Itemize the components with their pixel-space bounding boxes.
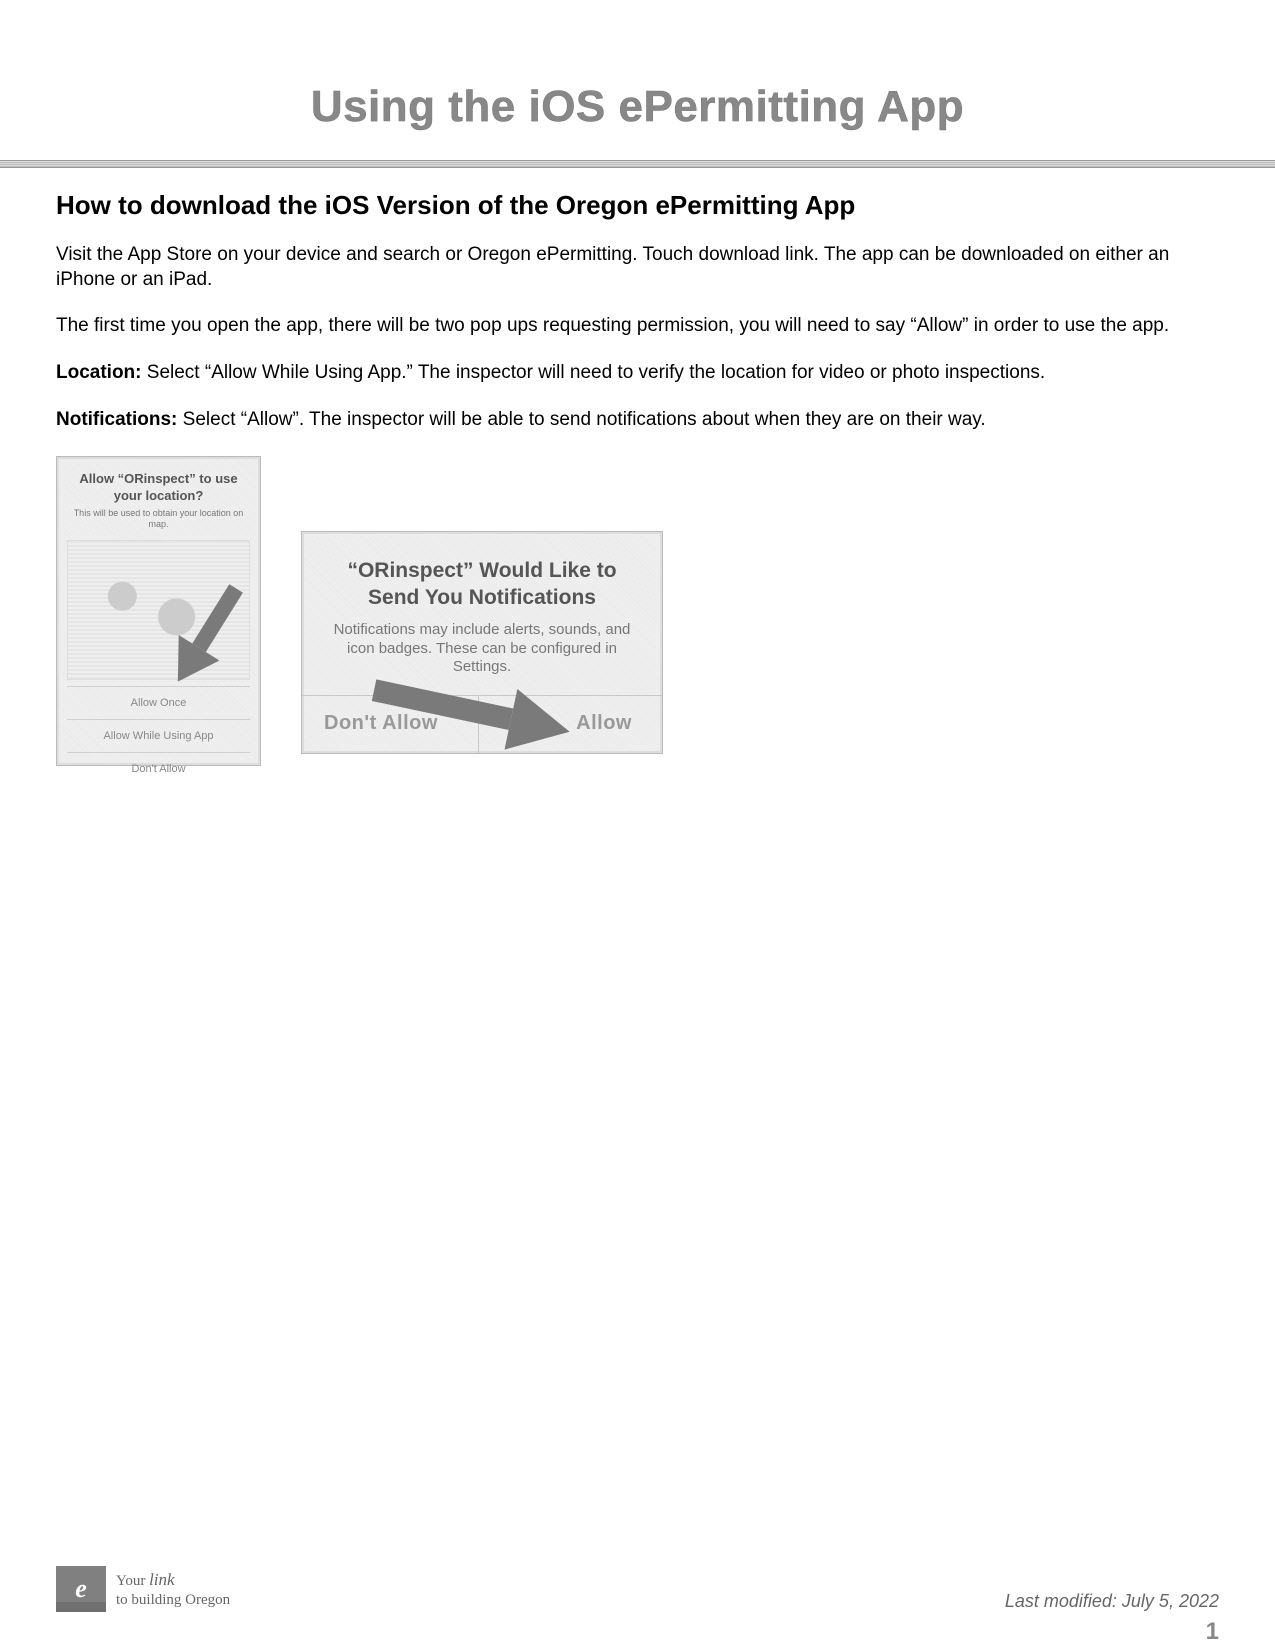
location-dialog-subtitle: This will be used to obtain your locatio… xyxy=(67,508,250,530)
notification-permission-screenshot: “ORinspect” Would Like to Send You Notif… xyxy=(301,531,663,754)
location-text: Select “Allow While Using App.” The insp… xyxy=(142,362,1046,383)
location-options: Allow Once Allow While Using App Don't A… xyxy=(67,686,250,785)
allow-while-using-button[interactable]: Allow While Using App xyxy=(67,719,250,752)
location-label: Location: xyxy=(56,362,142,383)
notification-dialog-subtitle: Notifications may include alerts, sounds… xyxy=(324,621,640,677)
notification-dialog-title: “ORinspect” Would Like to Send You Notif… xyxy=(324,558,640,611)
slogan-line1-script: link xyxy=(149,1570,175,1589)
slogan-line2: to building Oregon xyxy=(116,1592,230,1608)
content-area: How to download the iOS Version of the O… xyxy=(0,190,1275,766)
location-permission-screenshot: Allow “ORinspect” to use your location? … xyxy=(56,456,261,766)
paragraph-1: Visit the App Store on your device and s… xyxy=(56,243,1219,292)
epermitting-logo: e xyxy=(56,1566,106,1612)
paragraph-location: Location: Select “Allow While Using App.… xyxy=(56,361,1219,386)
page-footer: e Your link to building Oregon Last modi… xyxy=(56,1566,1219,1612)
footer-left: e Your link to building Oregon xyxy=(56,1566,230,1612)
horizontal-rule xyxy=(0,160,1275,168)
page-title: Using the iOS ePermitting App xyxy=(0,0,1275,160)
dont-allow-location-button[interactable]: Don't Allow xyxy=(67,752,250,785)
paragraph-2: The first time you open the app, there w… xyxy=(56,314,1219,339)
allow-once-button[interactable]: Allow Once xyxy=(67,686,250,719)
last-modified: Last modified: July 5, 2022 xyxy=(1005,1591,1219,1612)
page-number: 1 xyxy=(1206,1618,1219,1646)
slogan-line1-prefix: Your xyxy=(116,1573,149,1589)
location-dialog-title: Allow “ORinspect” to use your location? xyxy=(67,471,250,504)
notifications-label: Notifications: xyxy=(56,409,177,430)
section-heading: How to download the iOS Version of the O… xyxy=(56,190,1219,221)
footer-slogan: Your link to building Oregon xyxy=(116,1569,230,1610)
screenshots-row: Allow “ORinspect” to use your location? … xyxy=(56,456,1219,766)
paragraph-notifications: Notifications: Select “Allow”. The inspe… xyxy=(56,408,1219,433)
notifications-text: Select “Allow”. The inspector will be ab… xyxy=(177,409,985,430)
